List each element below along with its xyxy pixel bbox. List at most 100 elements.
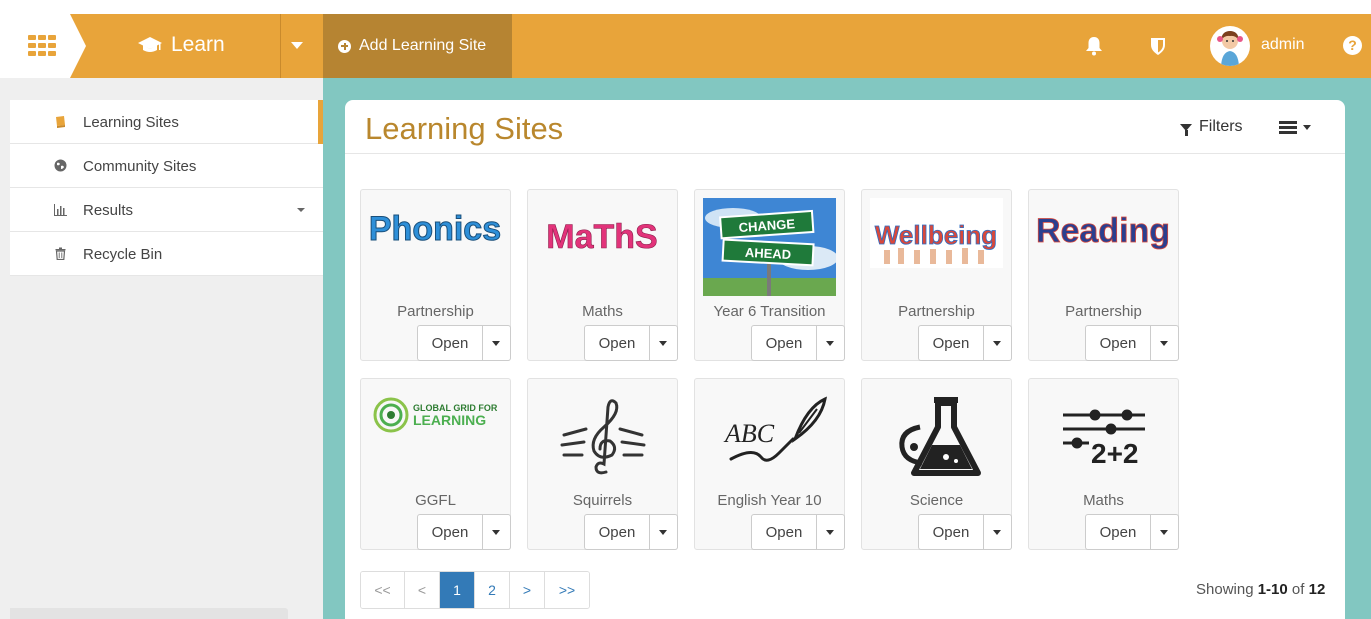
tile-actions: Open (584, 514, 678, 550)
tile-actions: Open (1085, 514, 1179, 550)
maths-logo-text: MaThS (546, 218, 657, 256)
tile-dropdown-button[interactable] (817, 325, 845, 361)
filter-icon (1180, 123, 1192, 136)
sidebar: Learning Sites Community Sites Results R… (0, 78, 323, 619)
first-page-button[interactable]: << (361, 572, 405, 608)
sidebar-item-learning-sites[interactable]: Learning Sites (10, 100, 323, 144)
title-divider (345, 153, 1345, 154)
tile-title: Partnership (898, 303, 975, 320)
apps-grid-icon (28, 35, 57, 56)
tile-dropdown-button[interactable] (1151, 514, 1179, 550)
site-tile[interactable]: 2+2 Maths Open (1028, 378, 1179, 550)
music-clef-icon (536, 387, 669, 485)
open-button[interactable]: Open (417, 514, 483, 550)
tile-title: Partnership (397, 303, 474, 320)
tile-actions: Open (918, 514, 1012, 550)
site-tile[interactable]: Science Open (861, 378, 1012, 550)
tile-image: Phonics (369, 198, 502, 296)
tile-title: English Year 10 (717, 492, 822, 509)
page-button-2[interactable]: 2 (475, 572, 510, 608)
abc-text: ABC (723, 419, 775, 448)
tile-title: Squirrels (572, 492, 633, 509)
filters-label: Filters (1199, 118, 1243, 135)
chevron-down-icon[interactable] (297, 208, 305, 212)
prev-page-button[interactable]: < (405, 572, 440, 608)
sidebar-item-label: Learning Sites (83, 114, 179, 131)
caret-down-icon[interactable] (291, 42, 303, 49)
user-name[interactable]: admin (1261, 36, 1305, 54)
tile-actions: Open (918, 325, 1012, 361)
apps-launcher[interactable] (0, 14, 70, 78)
plus-circle-icon (338, 39, 351, 53)
open-button[interactable]: Open (584, 325, 650, 361)
open-button[interactable]: Open (417, 325, 483, 361)
last-page-button[interactable]: >> (545, 572, 589, 608)
sidebar-item-label: Results (83, 202, 134, 219)
open-button[interactable]: Open (751, 514, 817, 550)
tile-dropdown-button[interactable] (483, 325, 511, 361)
help-icon[interactable]: ? (1343, 36, 1362, 55)
sidebar-item-community-sites[interactable]: Community Sites (10, 144, 323, 188)
reading-logo-text: Reading (1037, 212, 1170, 250)
tile-title: Maths (1083, 492, 1124, 509)
caret-down-icon (1303, 125, 1311, 130)
learning-sites-panel: Learning Sites Filters Phonics Partnersh… (345, 100, 1345, 619)
globe-icon (54, 159, 67, 172)
tile-image: GLOBAL GRID FOR LEARNING (369, 387, 502, 485)
pagination: << < 1 2 > >> (360, 571, 590, 609)
tile-image: CHANGE AHEAD (703, 198, 836, 296)
tile-actions: Open (584, 325, 678, 361)
tile-title: Year 6 Transition (713, 303, 826, 320)
tile-actions: Open (751, 514, 845, 550)
shield-icon[interactable] (1150, 36, 1166, 56)
status-bar-url (10, 608, 288, 619)
page-title: Learning Sites (365, 111, 564, 146)
avatar[interactable] (1210, 26, 1250, 66)
bell-icon[interactable] (1085, 36, 1103, 56)
next-page-button[interactable]: > (510, 572, 545, 608)
page-button-1[interactable]: 1 (440, 572, 475, 608)
tile-dropdown-button[interactable] (650, 514, 678, 550)
open-button[interactable]: Open (584, 514, 650, 550)
showing-count: Showing 1-10 of 12 (1196, 581, 1325, 598)
app-switcher[interactable]: Learn (137, 33, 225, 57)
tile-actions: Open (751, 325, 845, 361)
tile-title: Partnership (1065, 303, 1142, 320)
tile-image: 2+2 (1037, 387, 1170, 485)
site-tile[interactable]: GLOBAL GRID FOR LEARNING GGFL Open (360, 378, 511, 550)
view-toggle-button[interactable] (1279, 121, 1311, 134)
open-button[interactable]: Open (751, 325, 817, 361)
open-button[interactable]: Open (1085, 514, 1151, 550)
filters-button[interactable]: Filters (1180, 118, 1243, 136)
site-tile[interactable]: Reading Partnership Open (1028, 189, 1179, 361)
tile-image: MaThS (536, 198, 669, 296)
site-tile[interactable]: Phonics Partnership Open (360, 189, 511, 361)
site-tile[interactable]: Squirrels Open (527, 378, 678, 550)
flask-icon (870, 387, 1003, 485)
add-learning-site-button[interactable]: Add Learning Site (323, 14, 512, 78)
tile-title: GGFL (415, 492, 456, 509)
tile-dropdown-button[interactable] (817, 514, 845, 550)
open-button[interactable]: Open (1085, 325, 1151, 361)
book-icon (56, 116, 65, 128)
site-tile[interactable]: Wellbeing Partnership Open (861, 189, 1012, 361)
tile-dropdown-button[interactable] (984, 325, 1012, 361)
tile-dropdown-button[interactable] (650, 325, 678, 361)
site-tile[interactable]: MaThS Maths Open (527, 189, 678, 361)
tile-dropdown-button[interactable] (984, 514, 1012, 550)
open-button[interactable]: Open (918, 514, 984, 550)
tile-dropdown-button[interactable] (483, 514, 511, 550)
tile-image: ABC (703, 387, 836, 485)
top-navbar: Learn Add Learning Site admin ? (0, 14, 1371, 78)
apps-chevron (70, 14, 86, 78)
site-tile[interactable]: CHANGE AHEAD Year 6 Transition Open (694, 189, 845, 361)
open-button[interactable]: Open (918, 325, 984, 361)
site-tile[interactable]: ABC English Year 10 Open (694, 378, 845, 550)
tile-image: Reading (1037, 198, 1170, 296)
tile-dropdown-button[interactable] (1151, 325, 1179, 361)
sidebar-item-results[interactable]: Results (10, 188, 323, 232)
add-learning-site-label: Add Learning Site (359, 37, 487, 54)
graduation-cap-icon (138, 37, 162, 52)
sidebar-item-recycle-bin[interactable]: Recycle Bin (10, 232, 323, 276)
sidebar-item-label: Community Sites (83, 158, 197, 175)
